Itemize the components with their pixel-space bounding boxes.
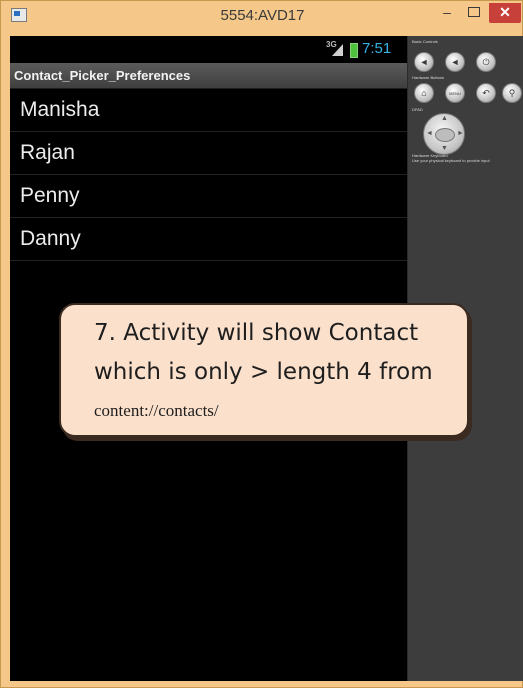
volume-up-button[interactable]: ◄ xyxy=(445,52,465,72)
dpad-label: DPAD xyxy=(412,107,423,112)
action-bar: Contact_Picker_Preferences xyxy=(10,63,407,89)
list-item[interactable]: Danny xyxy=(10,218,407,261)
back-button[interactable]: ↶ xyxy=(476,83,496,103)
signal-bars-icon: 3G xyxy=(326,40,346,56)
annotation-callout: 7. Activity will show Contact which is o… xyxy=(59,303,469,437)
dpad-center-button[interactable] xyxy=(435,128,455,142)
home-button[interactable]: ⌂ xyxy=(414,83,434,103)
dpad-control[interactable]: ▲ ▼ ◄ ► xyxy=(423,113,465,155)
list-item[interactable]: Manisha xyxy=(10,89,407,132)
emulator-window: 5554:AVD17 – ✕ 3G 7:51 Contact_Picker_Pr… xyxy=(0,0,523,688)
activity-title: Contact_Picker_Preferences xyxy=(14,68,191,83)
search-button[interactable]: ⚲ xyxy=(502,83,522,103)
status-bar: 3G 7:51 xyxy=(10,36,407,63)
title-bar[interactable]: 5554:AVD17 – ✕ xyxy=(1,1,523,35)
menu-button[interactable]: MENU xyxy=(445,83,465,103)
close-button[interactable]: ✕ xyxy=(489,3,521,23)
callout-line-1: 7. Activity will show Contact xyxy=(94,320,419,346)
callout-line-3: content://contacts/ xyxy=(94,401,219,420)
status-clock: 7:51 xyxy=(362,40,392,57)
list-item[interactable]: Rajan xyxy=(10,132,407,175)
maximize-icon xyxy=(468,7,480,17)
hardware-buttons-label: Hardware Buttons xyxy=(412,75,445,80)
list-item[interactable]: Penny xyxy=(10,175,407,218)
callout-line-2: which is only > length 4 from xyxy=(94,359,433,385)
keyboard-note: Use your physical keyboard to provide in… xyxy=(412,158,490,163)
basic-controls-label: Basic Controls xyxy=(412,39,438,44)
battery-icon xyxy=(350,43,358,58)
minimize-button[interactable]: – xyxy=(434,3,460,23)
power-button[interactable]: ⏻ xyxy=(476,52,496,72)
volume-down-button[interactable]: ◄ xyxy=(414,52,434,72)
maximize-button[interactable] xyxy=(461,3,487,23)
contact-list: Manisha Rajan Penny Danny xyxy=(10,89,407,261)
